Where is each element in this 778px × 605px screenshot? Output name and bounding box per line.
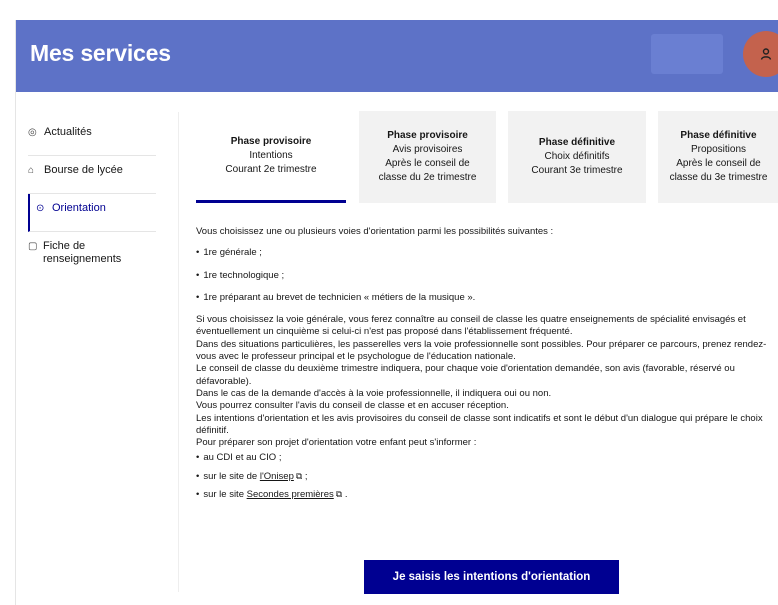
tab-line: Courant 3e trimestre [531,165,623,176]
user-icon [760,48,772,60]
tab-line: Choix définitifs [544,151,610,162]
info-paragraphs: Si vous choisissez la voie générale, vou… [196,314,776,449]
tab-phase-intentions[interactable]: Phase provisoire Intentions Courant 2e t… [196,111,346,203]
paragraph: Pour préparer son projet d'orientation v… [196,437,477,449]
tab-phase-avis-provisoires[interactable]: Phase provisoire Avis provisoires Après … [359,111,496,203]
paragraph: Dans des situations particulières, les p… [196,338,767,363]
page-title: Mes services [30,40,171,66]
tab-line: Après le conseil de [676,158,761,169]
saisir-intentions-button[interactable]: Je saisis les intentions d'orientation [364,560,619,594]
sidebar-item-fiche[interactable]: ▢ Fiche de renseignements [28,232,156,278]
sidebar-item-orientation[interactable]: ⊙ Orientation [28,194,156,232]
secondes-premieres-link[interactable]: Secondes premières [247,489,334,500]
tab-title: Phase définitive [680,130,757,141]
sidebar-item-bourse[interactable]: ⌂ Bourse de lycée [28,156,156,194]
paragraph: Le conseil de classe du deuxième trimest… [196,363,735,387]
user-avatar-button[interactable] [743,31,778,77]
intro-text: Vous choisissez une ou plusieurs voies d… [196,226,554,237]
tab-phase-choix-definitifs[interactable]: Phase définitive Choix définitifs Couran… [508,111,646,203]
paragraph: Si vous choisissez la voie générale, vou… [196,314,746,338]
file-icon: ▢ [28,241,38,252]
tab-line: Avis provisoires [392,144,463,155]
onisep-link[interactable]: l'Onisep [260,471,294,482]
page-header: Mes services [16,20,778,92]
app-frame: Mes services ◎ Actualités ⌂ Bourse de ly… [15,20,778,605]
list-item: 1re générale ; [196,247,776,259]
paragraph: Dans le cas de la demande d'accès à la v… [196,387,552,399]
tab-line: Propositions [690,144,747,155]
list-item: 1re préparant au brevet de technicien « … [196,292,776,304]
list-item: sur le site Secondes premières⧉ . [196,488,776,501]
bell-icon: ◎ [28,127,37,138]
options-list: 1re générale ; 1re technologique ; 1re p… [196,247,776,304]
list-item: sur le site de l'Onisep⧉ ; [196,470,776,483]
phase-tabs: Phase provisoire Intentions Courant 2e t… [196,111,778,205]
sidebar-nav: ◎ Actualités ⌂ Bourse de lycée ⊙ Orienta… [28,118,156,278]
tab-title: Phase définitive [538,137,616,148]
sidebar-item-label: Fiche de renseignements [42,240,122,265]
resource-prefix: sur le site [203,489,247,501]
list-item: 1re technologique ; [196,270,776,282]
sidebar-item-actualites[interactable]: ◎ Actualités [28,118,156,156]
list-item: au CDI et au CIO ; [196,452,776,464]
sidebar-item-label: Bourse de lycée [44,164,123,176]
sidebar-divider [178,112,179,592]
compass-icon: ⊙ [36,203,45,214]
tab-phase-propositions[interactable]: Phase définitive Propositions Après le c… [658,111,778,203]
resource-suffix: . [342,489,348,501]
header-placeholder-box [651,34,723,74]
orientation-content: Vous choisissez une ou plusieurs voies d… [196,226,776,506]
resource-prefix: sur le site de [203,470,260,482]
resource-suffix: ; [302,470,308,482]
tab-line: Courant 2e trimestre [225,163,317,175]
tab-line: Après le conseil de [385,158,470,169]
resources-list: au CDI et au CIO ; sur le site de l'Onis… [196,452,776,501]
tab-title: Phase provisoire [230,135,312,147]
tab-title: Phase provisoire [387,130,468,141]
tab-line: Intentions [249,149,293,161]
sidebar-item-label: Orientation [52,202,106,214]
sidebar-item-label: Actualités [44,126,92,138]
tab-line: classe du 3e trimestre [669,172,768,183]
bank-icon: ⌂ [28,165,35,176]
tab-line: classe du 2e trimestre [378,172,477,183]
paragraph: Les intentions d'orientation et les avis… [196,412,763,436]
paragraph: Vous pourrez consulter l'avis du conseil… [196,400,509,412]
